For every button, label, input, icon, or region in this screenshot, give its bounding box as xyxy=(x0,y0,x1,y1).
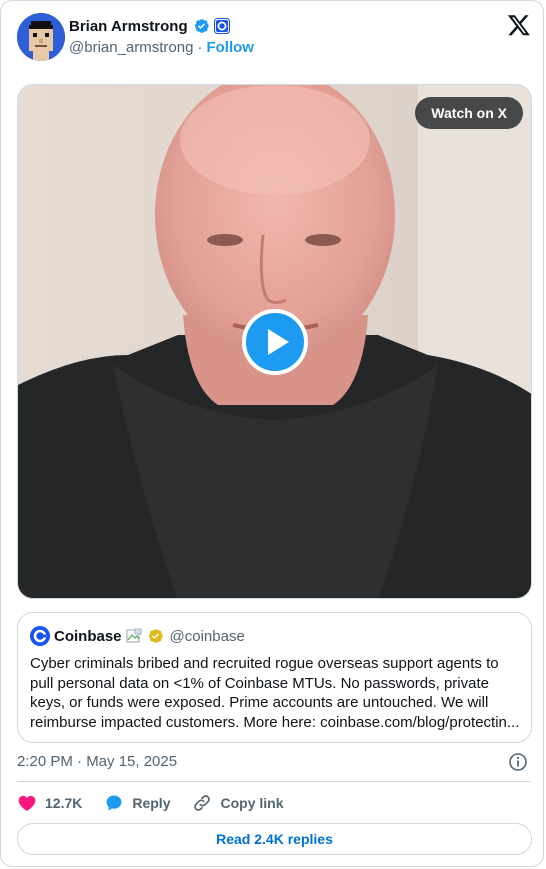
author-handle-row: @brian_armstrong · Follow xyxy=(69,39,254,56)
x-logo-icon[interactable] xyxy=(507,13,531,37)
reply-button[interactable]: Reply xyxy=(104,793,170,813)
divider xyxy=(17,781,531,782)
video-thumbnail[interactable]: Watch on X xyxy=(17,84,532,599)
watch-on-x-button[interactable]: Watch on X xyxy=(415,97,523,129)
broken-image-icon xyxy=(126,628,141,643)
copy-link-label: Copy link xyxy=(220,795,284,811)
play-icon[interactable] xyxy=(242,309,308,375)
follow-button[interactable]: Follow xyxy=(206,39,254,56)
pixel-avatar-icon xyxy=(17,13,65,61)
tweet-card: Brian Armstrong @brian_armstrong · Follo… xyxy=(0,0,544,867)
coinbase-affiliate-icon xyxy=(213,18,230,34)
reply-label: Reply xyxy=(132,795,171,811)
gold-verified-badge-icon xyxy=(148,629,163,643)
tweet-timestamp[interactable]: 2:20 PM · May 15, 2025 xyxy=(17,753,177,770)
copy-link-button[interactable]: Copy link xyxy=(192,793,284,813)
quoted-tweet-header: Coinbase @coinbase xyxy=(30,625,245,647)
reply-bubble-icon xyxy=(106,795,122,811)
read-replies-button[interactable]: Read 2.4K replies xyxy=(17,823,532,855)
quoted-author-name: Coinbase xyxy=(54,627,122,645)
coinbase-logo-icon xyxy=(30,626,50,646)
author-handle[interactable]: @brian_armstrong xyxy=(69,39,193,56)
like-count: 12.7K xyxy=(45,795,83,811)
author-name-row: Brian Armstrong xyxy=(69,16,230,36)
quoted-tweet[interactable]: Coinbase @coinbase Cyber criminals bribe… xyxy=(17,612,532,743)
author-name[interactable]: Brian Armstrong xyxy=(69,18,188,35)
heart-icon xyxy=(18,795,36,811)
link-icon xyxy=(194,795,211,811)
quoted-tweet-text: Cyber criminals bribed and recruited rog… xyxy=(30,655,520,731)
tweet-header: Brian Armstrong @brian_armstrong · Follo… xyxy=(17,13,531,61)
action-bar: 12.7K Reply Copy link xyxy=(17,791,306,815)
avatar[interactable] xyxy=(17,13,65,61)
verified-badge-icon xyxy=(194,19,209,33)
separator-dot: · xyxy=(197,39,203,56)
quoted-author-handle: @coinbase xyxy=(169,627,245,645)
like-button[interactable]: 12.7K xyxy=(17,793,82,813)
info-icon[interactable] xyxy=(508,752,528,772)
